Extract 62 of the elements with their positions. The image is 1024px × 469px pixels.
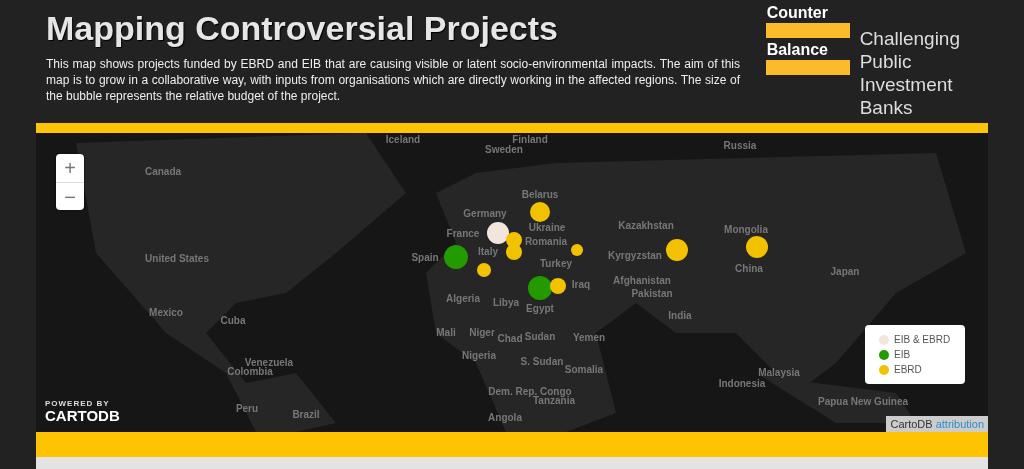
country-label: Algeria bbox=[446, 292, 480, 304]
country-label: Turkey bbox=[539, 257, 573, 269]
country-label: S. Sudan bbox=[520, 355, 564, 367]
zoom-in-button[interactable]: + bbox=[56, 154, 84, 182]
country-label: Papua New Guinea bbox=[818, 395, 908, 407]
country-label: Germany bbox=[463, 207, 507, 219]
attribution-link[interactable]: attribution bbox=[935, 418, 984, 430]
country-label: Venezuela bbox=[244, 356, 294, 368]
country-label: Niger bbox=[469, 326, 495, 338]
country-label: France bbox=[446, 227, 480, 239]
country-label: Nigeria bbox=[462, 349, 496, 361]
country-label: Belarus bbox=[521, 188, 559, 200]
country-label: Brazil bbox=[292, 408, 320, 420]
country-label: Indonesia bbox=[718, 377, 766, 389]
country-label: Mongolia bbox=[724, 223, 768, 235]
country-label: Cuba bbox=[220, 314, 246, 326]
country-label: Egypt bbox=[526, 302, 554, 314]
logo-word: Balance bbox=[765, 41, 829, 59]
map-description: This map shows projects funded by EBRD and EIB that are causing visible or latent socio-environmental impacts. The aim of this map is to grow in a collaborative way, with inputs from organisations which are directly working in the affected regions. The size of the bubble represents the relative budget of the project. bbox=[46, 56, 740, 104]
country-label: Kyrgyzstan bbox=[608, 249, 662, 261]
country-label: Chad bbox=[497, 332, 523, 344]
logo-tagline-word: Challenging bbox=[859, 27, 960, 51]
country-label: Iceland bbox=[385, 133, 421, 145]
country-label: Kazakhstan bbox=[618, 219, 674, 231]
country-label: Libya bbox=[492, 296, 520, 308]
brand-logo[interactable]: CARTODB bbox=[45, 408, 120, 424]
country-label: Russia bbox=[723, 139, 757, 151]
country-label: Japan bbox=[830, 265, 860, 277]
country-label: Sudan bbox=[524, 330, 556, 342]
legend-label: EBRD bbox=[894, 364, 922, 375]
country-label: Peru bbox=[235, 402, 259, 414]
page-title: Mapping Controversial Projects bbox=[46, 8, 559, 48]
country-label: Colombia bbox=[227, 365, 273, 377]
country-label: Angola bbox=[488, 411, 522, 423]
country-label: Malaysia bbox=[758, 366, 800, 378]
country-label: United States bbox=[145, 252, 209, 264]
country-label: Afghanistan bbox=[613, 274, 671, 286]
country-label: Somalia bbox=[564, 363, 604, 375]
legend-label: EIB & EBRD bbox=[894, 334, 951, 345]
country-label: Italy bbox=[478, 245, 498, 257]
country-label: Dem. Rep. Congo bbox=[488, 385, 572, 397]
country-label: Canada bbox=[144, 165, 182, 177]
country-label: Yemen bbox=[572, 331, 606, 343]
powered-by-text: POWERED BY bbox=[45, 399, 111, 408]
logo-tagline-word: Banks bbox=[859, 96, 914, 120]
country-label: Sweden bbox=[485, 143, 523, 155]
country-label: India bbox=[668, 309, 692, 321]
country-label: Spain bbox=[411, 251, 439, 263]
country-label: Iraq bbox=[571, 278, 591, 290]
zoom-out-button[interactable]: − bbox=[56, 182, 84, 210]
country-label: Finland bbox=[512, 133, 548, 145]
logo-tagline-word: Investment bbox=[859, 73, 954, 97]
country-label: Mexico bbox=[149, 306, 183, 318]
country-label: Romania bbox=[524, 235, 568, 247]
logo-word: Counter bbox=[765, 4, 829, 22]
country-label: Pakistan bbox=[631, 287, 673, 299]
legend-label: EIB bbox=[894, 349, 911, 360]
country-label: Ukraine bbox=[528, 221, 566, 233]
country-label: China bbox=[735, 262, 763, 274]
logo-tagline-word: Public bbox=[859, 50, 913, 74]
attribution-text: CartoDB bbox=[890, 418, 933, 430]
country-label: Mali bbox=[436, 326, 456, 338]
